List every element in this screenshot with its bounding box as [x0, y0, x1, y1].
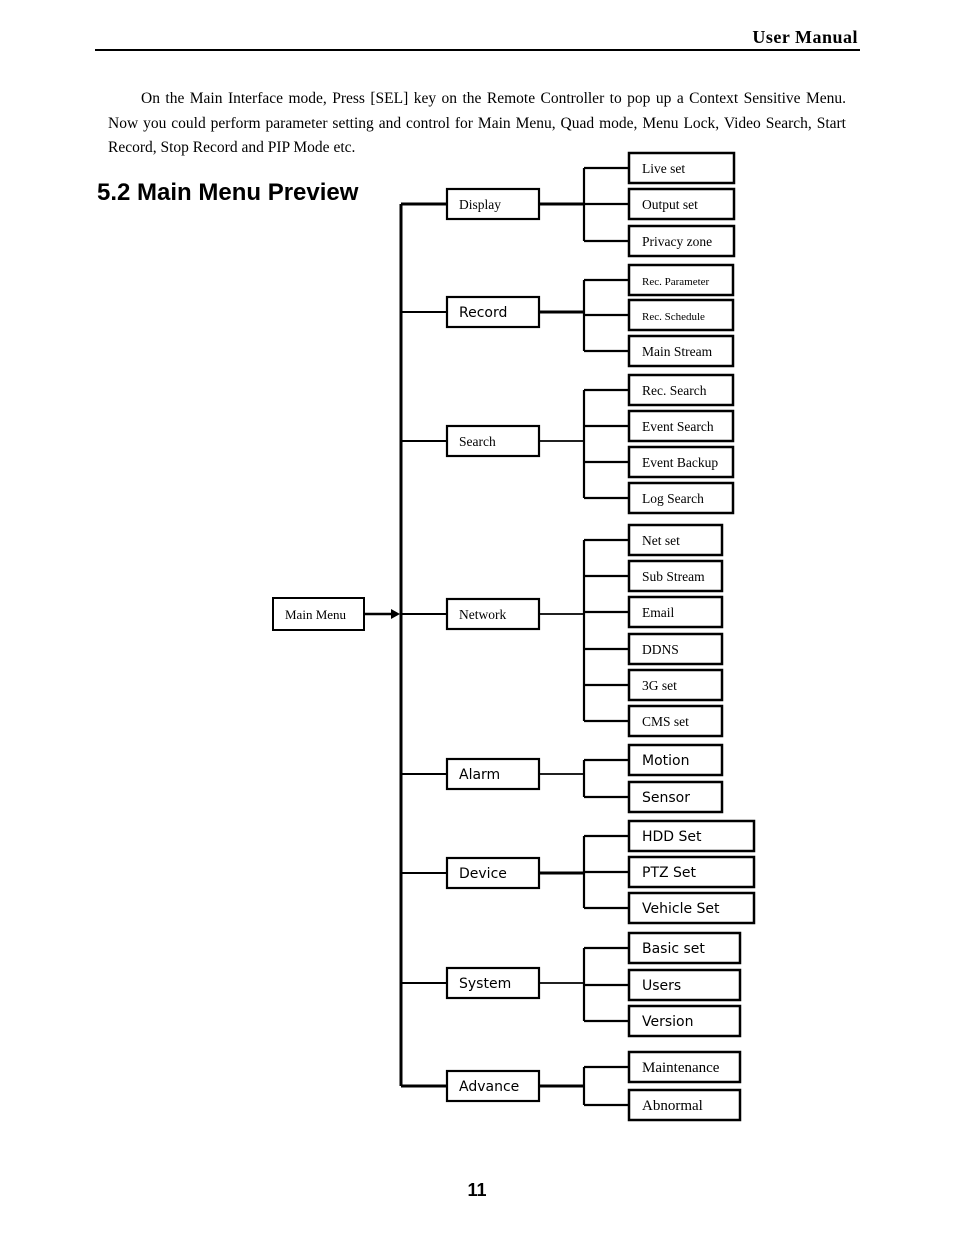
submenu-item-label-net-set: Net set — [642, 533, 680, 548]
submenu-item-label-event-backup: Event Backup — [642, 455, 718, 470]
menu-label-record: Record — [459, 305, 507, 321]
page-number: 11 — [467, 1180, 487, 1200]
submenu-item-label-version: Version — [642, 1014, 693, 1030]
menu-label-system: System — [459, 976, 511, 992]
submenu-item-label-hdd-set: HDD Set — [642, 829, 702, 845]
submenu-item-label-live-set: Live set — [642, 161, 685, 176]
menu-label-network: Network — [459, 607, 506, 622]
submenu-item-label-main-stream: Main Stream — [642, 344, 713, 359]
main-menu-tree-diagram: Main Menu Display Live set Output set Privac… — [272, 151, 756, 1122]
submenu-item-label-log-search: Log Search — [642, 491, 704, 506]
submenu-item-label-3g-set: 3G set — [642, 678, 677, 693]
submenu-item-label-maintenance: Maintenance — [642, 1060, 720, 1076]
submenu-item-label-output-set: Output set — [642, 197, 698, 212]
submenu-item-label-rec-schedule: Rec. Schedule — [642, 311, 705, 323]
menu-label-device: Device — [459, 866, 507, 882]
submenu-item-label-users: Users — [642, 978, 681, 994]
submenu-item-label-privacy-zone: Privacy zone — [642, 234, 712, 249]
submenu-item-label-basic-set: Basic set — [642, 941, 705, 957]
submenu-item-label-event-search: Event Search — [642, 419, 714, 434]
submenu-item-label-ddns: DDNS — [642, 642, 679, 657]
submenu-item-label-rec-parameter: Rec. Parameter — [642, 276, 710, 288]
submenu-item-label-motion: Motion — [642, 753, 689, 769]
menu-label-display: Display — [459, 197, 501, 212]
submenu-item-label-abnormal: Abnormal — [642, 1098, 703, 1114]
main-menu-root-label: Main Menu — [285, 607, 347, 622]
menu-label-search: Search — [459, 434, 496, 449]
submenu-item-label-sub-stream: Sub Stream — [642, 569, 705, 584]
menu-label-alarm: Alarm — [459, 767, 500, 783]
arrow-head-icon — [391, 609, 400, 619]
submenu-item-label-vehicle-set: Vehicle Set — [642, 901, 720, 917]
submenu-item-label-sensor: Sensor — [642, 790, 690, 806]
menu-label-advance: Advance — [459, 1079, 519, 1095]
submenu-item-label-rec-search: Rec. Search — [642, 383, 707, 398]
submenu-item-label-email: Email — [642, 605, 674, 620]
submenu-item-label-cms-set: CMS set — [642, 714, 689, 729]
submenu-item-label-ptz-set: PTZ Set — [642, 865, 697, 881]
